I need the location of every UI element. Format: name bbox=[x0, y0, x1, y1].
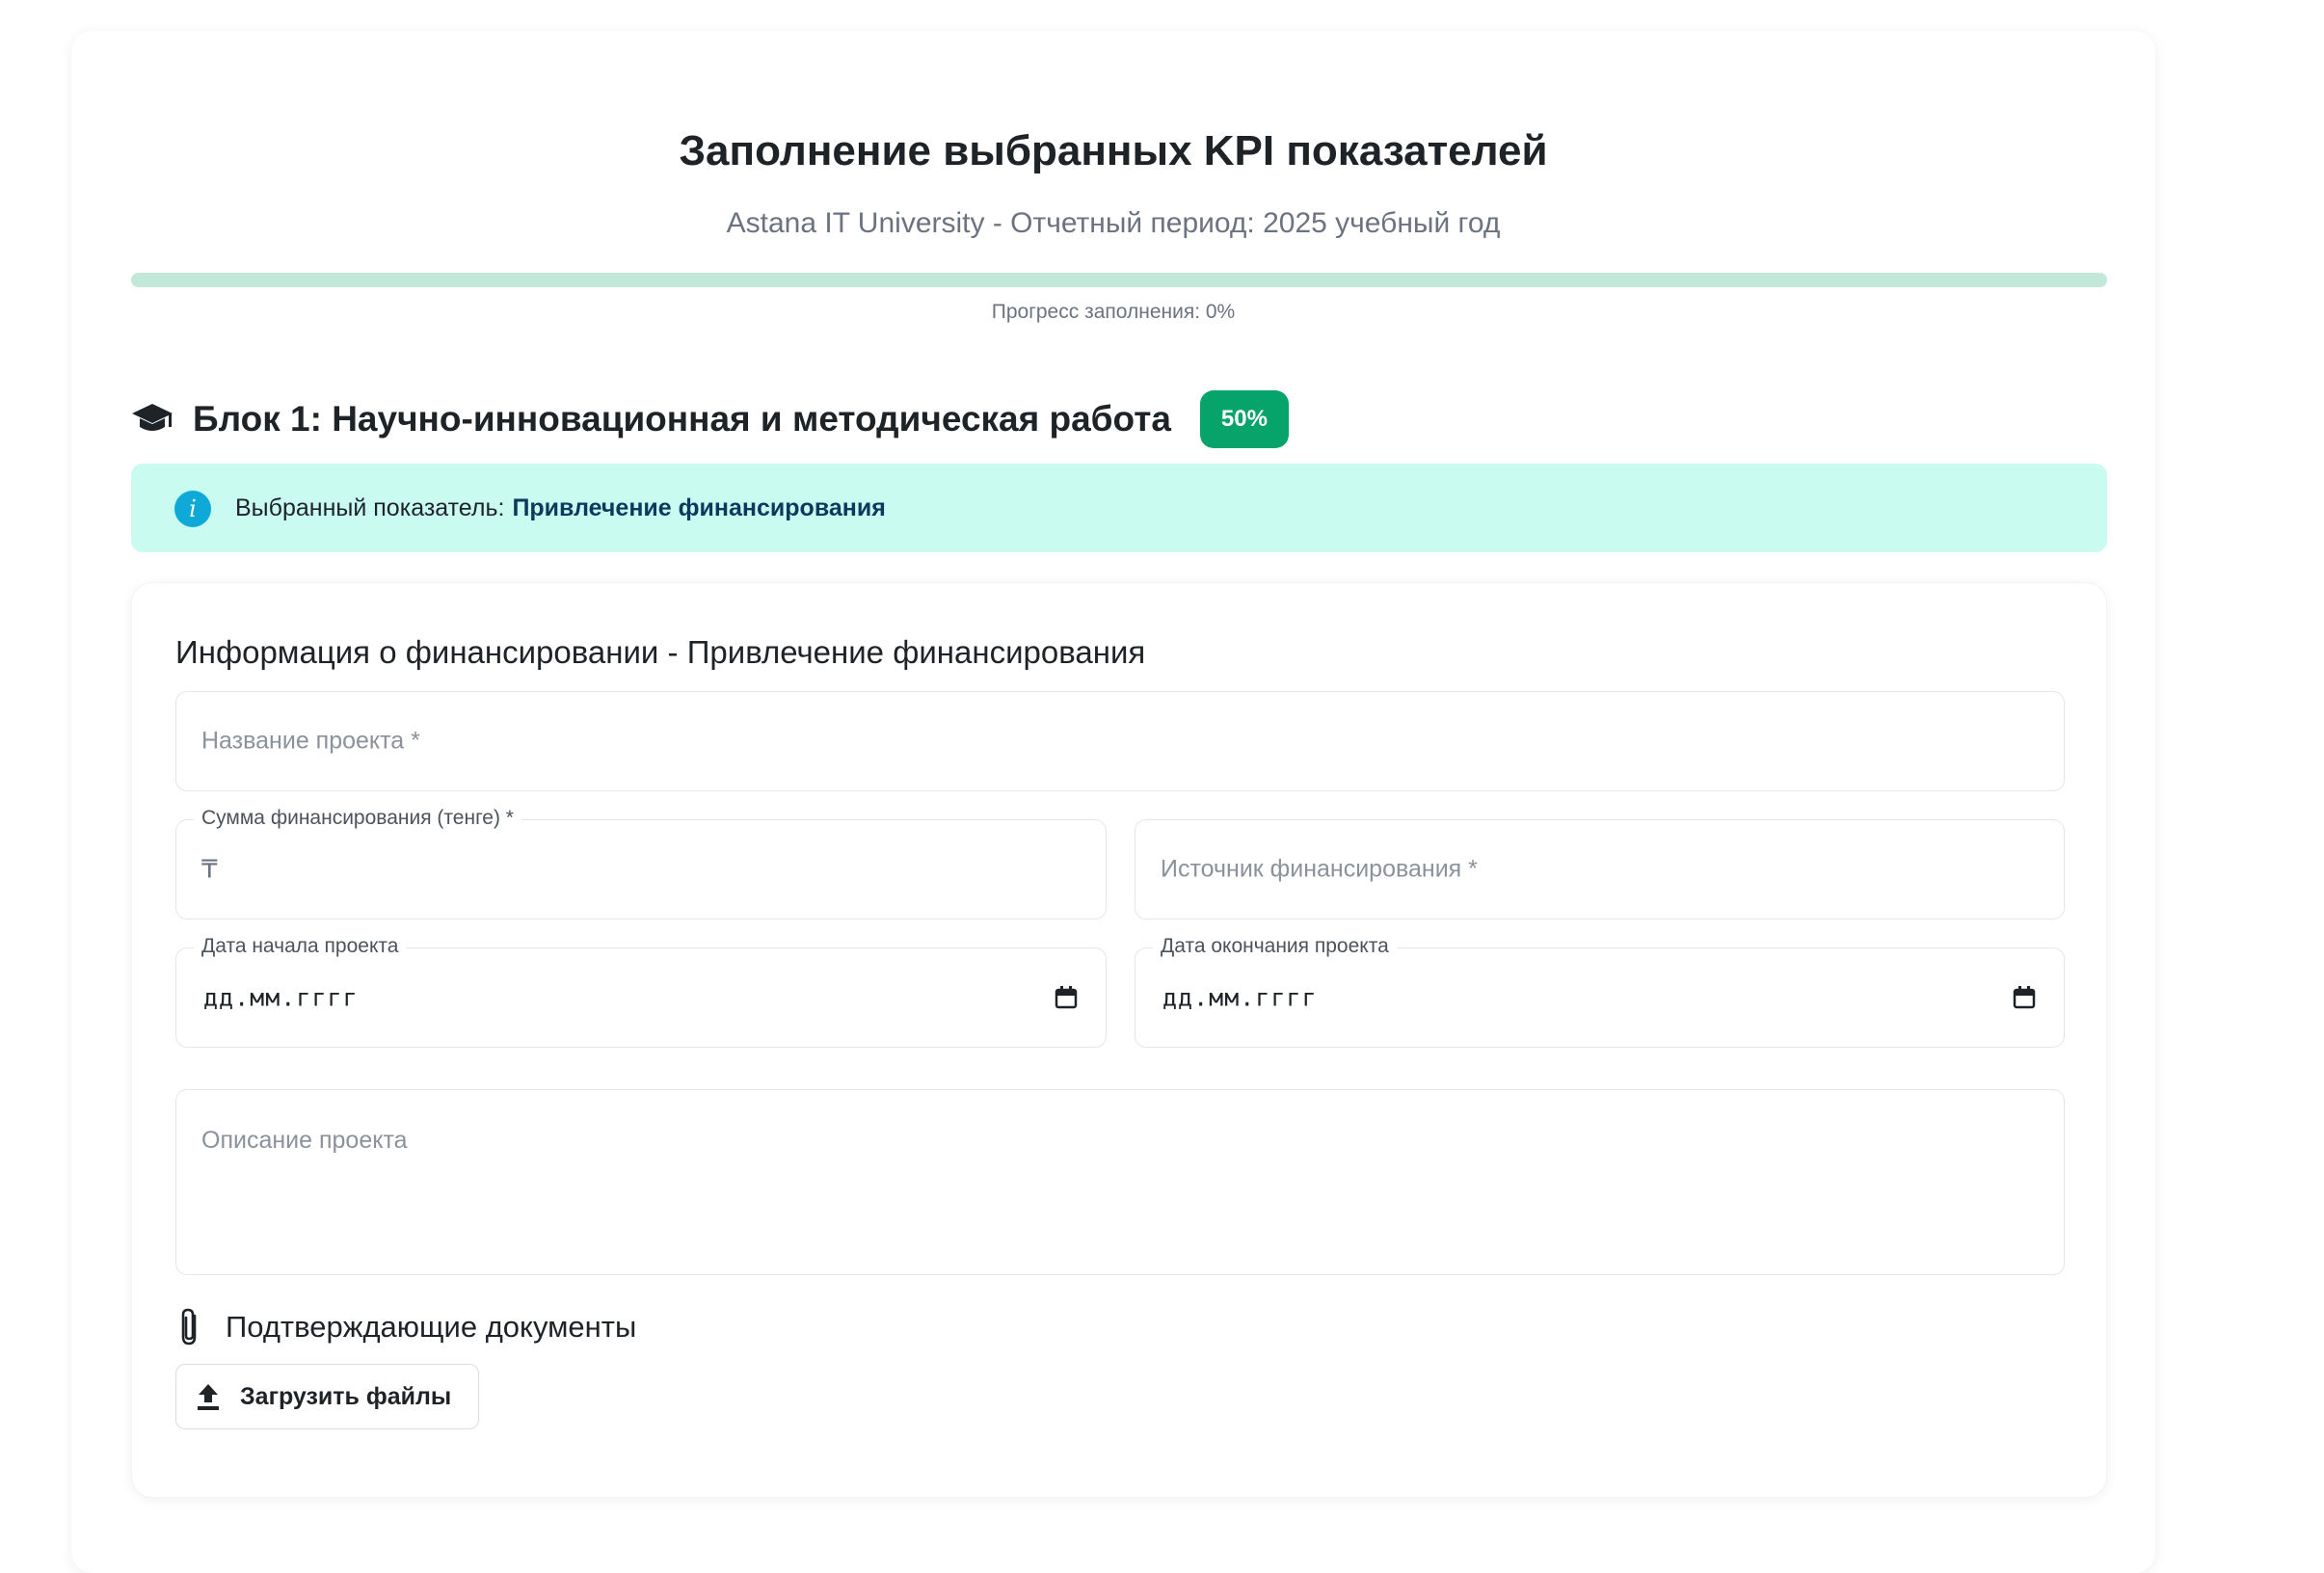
block-progress-badge: 50% bbox=[1199, 390, 1289, 448]
start-date-value: дд.мм.гггг bbox=[203, 983, 359, 1012]
funding-form-card: Информация о финансировании - Привлечени… bbox=[131, 582, 2107, 1498]
upload-files-button[interactable]: Загрузить файлы bbox=[175, 1364, 479, 1429]
paperclip-icon bbox=[181, 1308, 197, 1346]
project-name-input[interactable]: Название проекта * bbox=[175, 691, 2065, 791]
alert-label: Выбранный показатель: bbox=[235, 493, 505, 521]
documents-header: Подтверждающие документы bbox=[175, 1306, 636, 1348]
progress-bar bbox=[131, 273, 2107, 287]
end-date-label: Дата окончания проекта bbox=[1153, 935, 1397, 958]
section-title: Информация о финансировании - Привлечени… bbox=[175, 634, 1146, 670]
funding-source-placeholder: Источник финансирования * bbox=[1161, 855, 1478, 883]
description-placeholder: Описание проекта bbox=[201, 1127, 408, 1154]
tenge-currency-icon: ₸ bbox=[201, 854, 218, 884]
funding-source-input[interactable]: Источник финансирования * bbox=[1135, 819, 2065, 920]
progress-text: Прогресс заполнения: 0% bbox=[991, 301, 1236, 323]
project-description-textarea[interactable]: Описание проекта bbox=[175, 1089, 2065, 1275]
end-date-input[interactable]: Дата окончания проекта дд.мм.гггг bbox=[1135, 935, 2065, 1048]
alert-value: Привлечение финансирования bbox=[512, 493, 886, 521]
info-icon: i bbox=[174, 491, 211, 527]
documents-title: Подтверждающие документы bbox=[226, 1310, 637, 1344]
calendar-icon[interactable] bbox=[2012, 985, 2037, 1010]
start-date-label: Дата начала проекта bbox=[194, 935, 407, 958]
selected-indicator-alert: Выбранный показатель: Привлечение финанс… bbox=[131, 464, 2107, 552]
page-subtitle: Astana IT University - Отчетный период: … bbox=[726, 207, 1501, 239]
funding-amount-input[interactable]: Сумма финансирования (тенге) * ₸ bbox=[175, 807, 1107, 920]
page-title: Заполнение выбранных KPI показателей bbox=[679, 127, 1548, 174]
funding-amount-label: Сумма финансирования (тенге) * bbox=[194, 807, 521, 830]
main-card: Заполнение выбранных KPI показателей Ast… bbox=[71, 31, 2155, 1573]
block-title: Блок 1: Научно-инновационная и методичес… bbox=[193, 399, 1171, 439]
project-name-placeholder: Название проекта * bbox=[201, 727, 420, 755]
start-date-input[interactable]: Дата начала проекта дд.мм.гггг bbox=[175, 935, 1107, 1048]
upload-icon bbox=[198, 1384, 219, 1410]
end-date-value: дд.мм.гггг bbox=[1162, 983, 1318, 1012]
block-header: Блок 1: Научно-инновационная и методичес… bbox=[131, 389, 1289, 449]
calendar-icon[interactable] bbox=[1054, 985, 1079, 1010]
graduation-cap-icon bbox=[132, 404, 173, 431]
upload-files-label: Загрузить файлы bbox=[240, 1382, 452, 1410]
